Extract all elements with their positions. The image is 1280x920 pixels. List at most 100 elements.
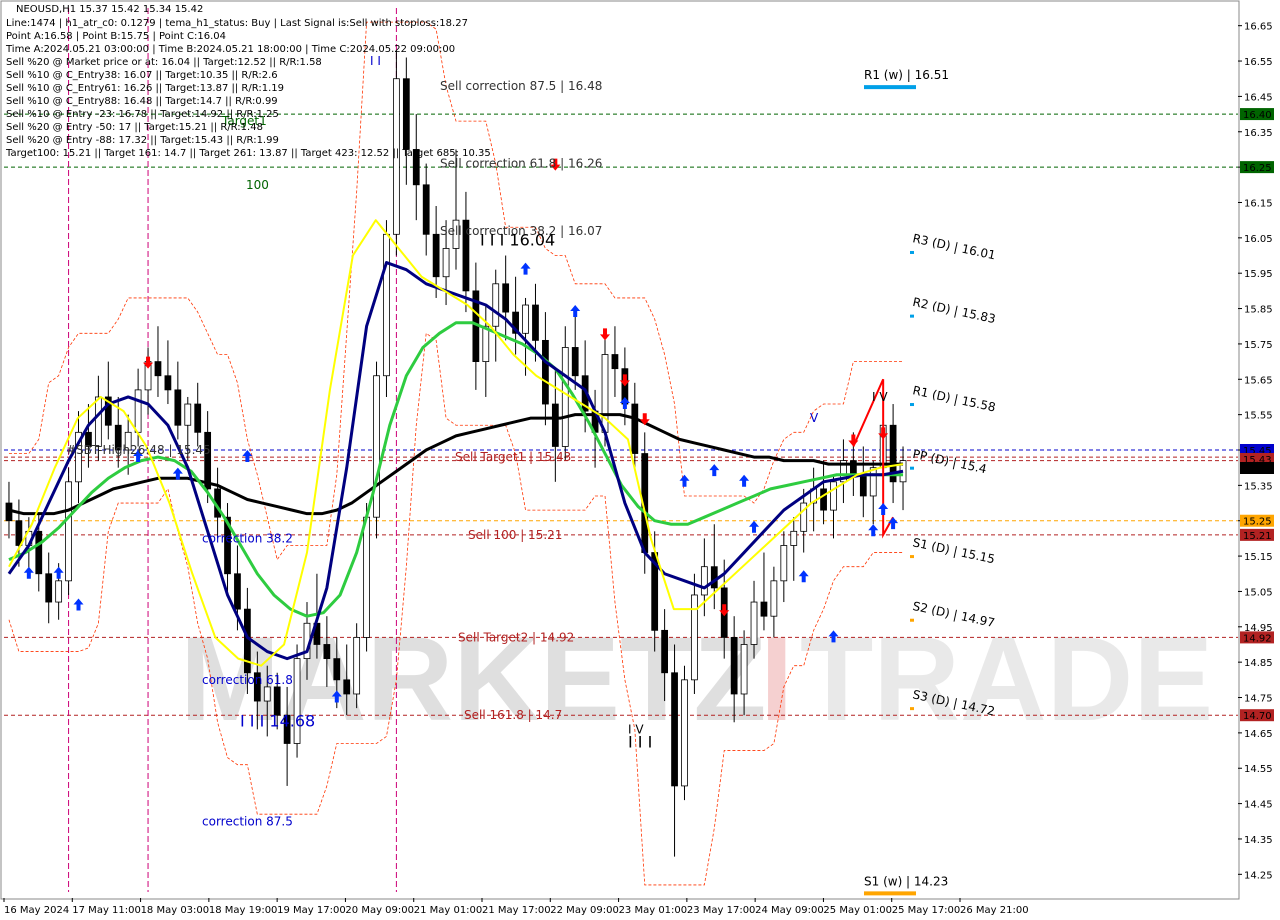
bear-candle [661,629,668,674]
bear-candle [571,347,579,377]
pivot-marker [910,250,914,254]
level-label: I I [370,54,381,68]
bear-candle [402,78,410,150]
y-tick-label: 14.35 [1244,835,1273,846]
level-label: Sell Target2 | 14.92 [458,630,574,644]
info-line: Point A:16.58 | Point B:15.75 | Point C:… [6,31,226,42]
bear-candle [174,389,182,426]
x-tick-label: 21 May 17:00 [482,905,551,916]
y-tick-label: 16.15 [1244,198,1273,209]
level-label: Sell 100 | 15.21 [468,528,562,542]
bear-candle [204,431,212,490]
y-tick-label: 14.85 [1244,658,1273,669]
bull-candle [561,347,569,447]
x-tick-label: 17 May 11:00 [72,905,141,916]
level-label: Sell Target1 | 15.43 [455,450,571,464]
bull-candle [184,403,192,426]
bear-candle [502,283,510,313]
price-tag-label: 14.92 [1243,633,1272,644]
bull-candle [830,481,837,511]
bull-candle [691,594,698,681]
level-label: I I I 16.04 [480,230,555,249]
x-tick-label: 20 May 09:00 [345,905,414,916]
bear-candle [164,375,172,391]
y-tick-label: 15.95 [1244,269,1273,280]
level-label: Sell 161.8 | 14.7 [464,708,562,722]
bull-candle [869,467,877,497]
bear-candle [532,304,539,341]
bear-candle [422,184,430,235]
bear-candle [631,403,639,454]
y-tick-label: 16.65 [1244,22,1273,33]
y-tick-label: 16.05 [1244,234,1273,245]
level-label: 100 [246,178,269,192]
level-label: correction 87.5 [202,814,293,828]
bull-candle [134,389,142,433]
info-line: Target100: 15.21 || Target 161: 14.7 || … [5,148,491,159]
level-label: correction 38.2 [202,531,293,545]
y-tick-label: 16.35 [1244,128,1273,139]
y-tick-label: 14.45 [1244,800,1273,811]
pivot-marker [910,403,914,407]
y-tick-label: 15.55 [1244,411,1273,422]
bull-candle [750,601,758,645]
bull-candle [383,233,390,377]
bear-candle [611,354,619,370]
bear-candle [15,520,23,546]
level-label: Sell correction 87.5 | 16.48 [440,79,602,93]
price-tag-label: 16.25 [1243,163,1272,174]
price-tag-label: 15.25 [1243,517,1272,528]
bull-candle [482,325,490,362]
price-tag-label: 16.40 [1243,110,1272,121]
x-tick-label: 25 May 17:00 [892,905,961,916]
info-line: Sell %20 @ Market price or at: 16.04 || … [6,57,322,68]
y-tick-label: 15.85 [1244,305,1273,316]
y-tick-label: 14.75 [1244,694,1273,705]
y-tick-label: 16.45 [1244,92,1273,103]
y-tick-label: 16.55 [1244,57,1273,68]
bear-candle [542,339,549,405]
bear-candle [154,361,162,377]
bear-candle [671,672,678,787]
bull-candle [263,686,271,702]
bear-candle [551,403,559,447]
x-tick-label: 26 May 21:00 [960,905,1029,916]
price-tag-label: 15.21 [1243,531,1272,542]
bull-candle [492,283,500,327]
bull-candle [442,248,450,278]
x-tick-label: 21 May 01:00 [414,905,483,916]
x-tick-label: 18 May 03:00 [141,905,210,916]
watermark-right: TRADE [800,612,1213,746]
info-line: Sell %20 @ Entry -50: 17 || Target:15.21… [6,122,263,133]
bull-candle [373,375,380,518]
x-tick-label: 23 May 01:00 [619,905,688,916]
bear-candle [333,658,341,681]
y-tick-label: 14.65 [1244,729,1273,740]
bear-candle [35,530,43,575]
pivot-marker [910,618,914,622]
y-tick-label: 15.15 [1244,552,1273,563]
level-label: #SBT-High26:48 | 15.45 [66,443,211,457]
bear-candle [234,573,241,610]
info-line: Sell %10 @ Entry -23: 16.78 || Target:14… [6,109,279,120]
info-line: Sell %10 @ C_Entry61: 16.26 || Target:13… [6,83,284,94]
y-tick-label: 14.55 [1244,764,1273,775]
bear-candle [323,644,331,660]
x-tick-label: 25 May 01:00 [823,905,892,916]
pivot-label: S1 (w) | 14.23 [864,874,948,888]
bear-candle [710,566,718,589]
pivot-marker [910,314,914,318]
bull-candle [94,396,102,447]
level-label: I V [872,390,888,404]
info-line: Line:1474 | h1_atr_c0: 0.1279 | tema_h1_… [6,18,468,29]
level-label: correction 61.8 [202,673,293,687]
y-tick-label: 15.05 [1244,587,1273,598]
y-tick-label: 15.65 [1244,375,1273,386]
chart: MARKETZ I TRADE Sell correction 87.5 | 1… [0,0,1280,920]
bull-candle [522,304,529,334]
bull-candle [770,580,778,617]
x-tick-label: 24 May 09:00 [755,905,824,916]
price-tag-label: 14.70 [1243,711,1272,722]
info-line: Time A:2024.05.21 03:00:00 | Time B:2024… [5,44,455,55]
x-tick-label: 22 May 09:00 [550,905,619,916]
